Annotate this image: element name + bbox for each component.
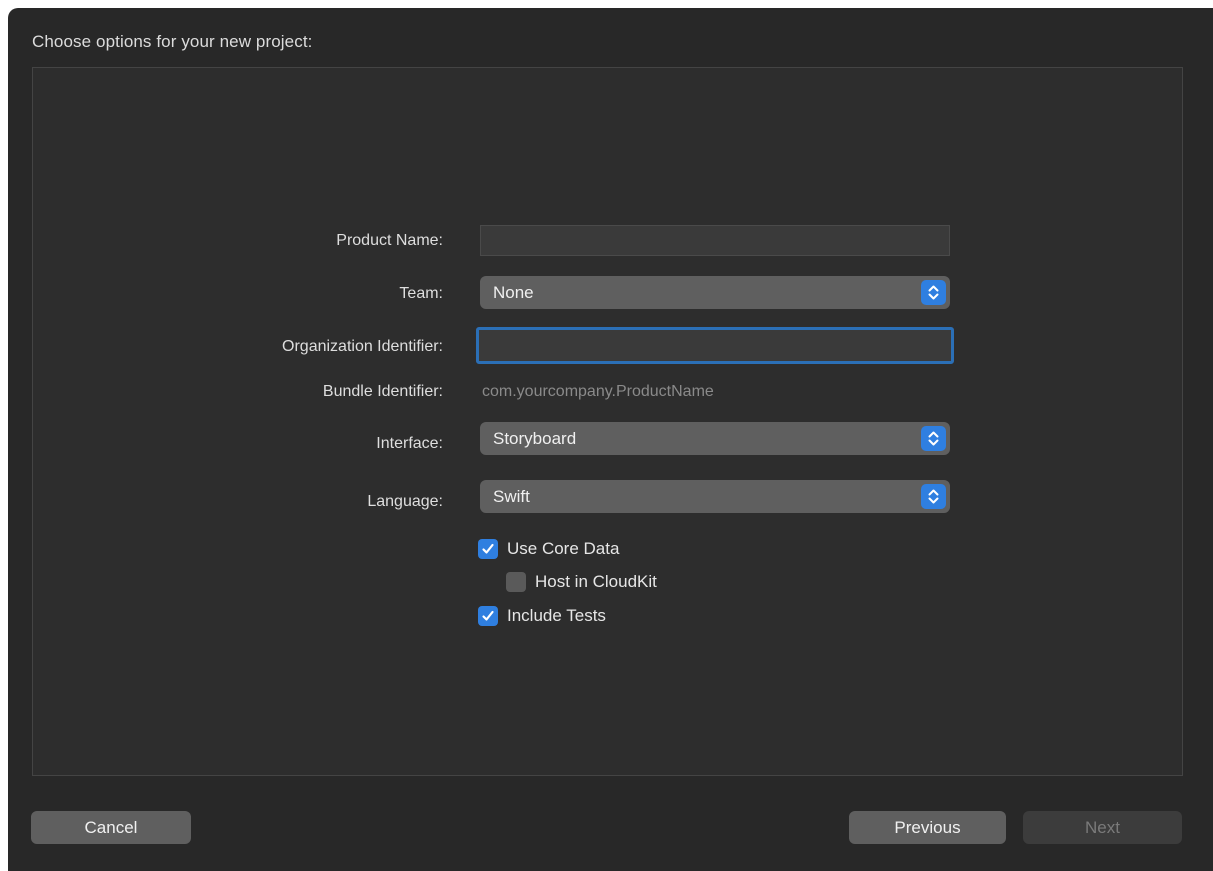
up-down-chevron-icon — [928, 431, 939, 446]
use-core-data-checkbox-row[interactable]: Use Core Data — [478, 538, 619, 560]
language-popup-chevron — [921, 484, 946, 509]
product-name-field[interactable] — [480, 225, 950, 256]
include-tests-label: Include Tests — [507, 606, 606, 625]
product-name-input[interactable] — [481, 226, 949, 255]
interface-selected-value: Storyboard — [493, 429, 577, 448]
use-core-data-checkbox[interactable] — [478, 539, 498, 559]
team-popup[interactable]: None — [480, 276, 950, 309]
organization-identifier-field[interactable] — [476, 327, 954, 364]
interface-label: Interface: — [376, 435, 443, 452]
checkmark-icon — [482, 610, 494, 621]
language-popup[interactable]: Swift — [480, 480, 950, 513]
host-in-cloudkit-label: Host in CloudKit — [535, 572, 657, 591]
checkmark-icon — [482, 543, 494, 554]
next-button[interactable]: Next — [1023, 811, 1182, 844]
language-selected-value: Swift — [493, 487, 530, 506]
organization-identifier-label: Organization Identifier: — [282, 338, 443, 355]
team-label: Team: — [399, 285, 443, 302]
previous-button[interactable]: Previous — [849, 811, 1006, 844]
interface-popup[interactable]: Storyboard — [480, 422, 950, 455]
team-popup-chevron — [921, 280, 946, 305]
bundle-identifier-value: com.yourcompany.ProductName — [482, 383, 714, 400]
include-tests-checkbox-row[interactable]: Include Tests — [478, 605, 606, 627]
organization-identifier-input[interactable] — [479, 330, 951, 361]
up-down-chevron-icon — [928, 489, 939, 504]
interface-popup-chevron — [921, 426, 946, 451]
team-selected-value: None — [493, 283, 534, 302]
product-name-label: Product Name: — [336, 232, 443, 249]
language-label: Language: — [367, 493, 443, 510]
cancel-button[interactable]: Cancel — [31, 811, 191, 844]
use-core-data-label: Use Core Data — [507, 539, 620, 558]
options-panel: Product Name: Team: None Organization Id… — [32, 67, 1183, 776]
include-tests-checkbox[interactable] — [478, 606, 498, 626]
dialog-title: Choose options for your new project: — [32, 32, 313, 51]
host-in-cloudkit-checkbox-row[interactable]: Host in CloudKit — [506, 571, 657, 593]
new-project-dialog: Choose options for your new project: Pro… — [8, 8, 1213, 871]
host-in-cloudkit-checkbox[interactable] — [506, 572, 526, 592]
up-down-chevron-icon — [928, 285, 939, 300]
bundle-identifier-label: Bundle Identifier: — [322, 383, 443, 400]
